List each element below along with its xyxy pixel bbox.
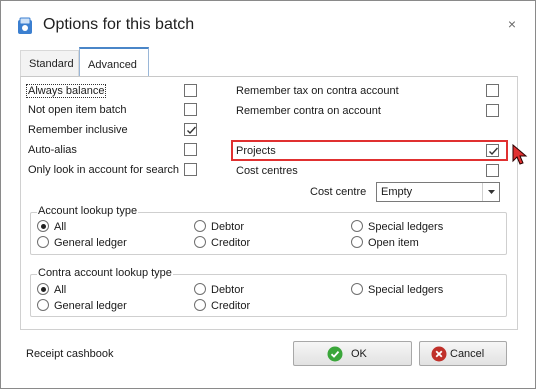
auto-alias-checkbox[interactable] (184, 143, 197, 156)
account-lookup-special-ledgers-radio[interactable] (351, 220, 363, 232)
contra-lookup-general-ledger-radio[interactable] (37, 299, 49, 311)
account-lookup-open-item-radio[interactable] (351, 236, 363, 248)
not-open-item-batch-checkbox[interactable] (184, 103, 197, 116)
close-icon[interactable]: × (505, 17, 519, 31)
contra-lookup-creditor-radio[interactable] (194, 299, 206, 311)
tab-advanced[interactable]: Advanced (79, 47, 149, 77)
contra-lookup-general-ledger-label: General ledger (54, 300, 127, 312)
app-icon (17, 17, 33, 35)
always-balance-label: Always balance (26, 84, 107, 98)
account-lookup-all-radio[interactable] (37, 220, 49, 232)
remember-tax-contra-checkbox[interactable] (486, 84, 499, 97)
cost-centre-value: Empty (381, 186, 413, 198)
projects-label: Projects (236, 145, 276, 157)
projects-checkbox[interactable] (486, 144, 499, 157)
account-lookup-open-item-label: Open item (368, 237, 419, 249)
auto-alias-label: Auto-alias (28, 144, 77, 156)
account-lookup-debtor-radio[interactable] (194, 220, 206, 232)
remember-contra-account-label: Remember contra on account (236, 105, 381, 117)
contra-lookup-special-ledgers-label: Special ledgers (368, 284, 444, 296)
account-lookup-special-ledgers-label: Special ledgers (368, 221, 444, 233)
contra-lookup-creditor-label: Creditor (211, 300, 251, 312)
check-circle-icon (327, 346, 343, 362)
title-bar: Options for this batch × (1, 1, 535, 43)
contra-lookup-special-ledgers-radio[interactable] (351, 283, 363, 295)
remember-inclusive-label: Remember inclusive (28, 124, 128, 136)
only-look-in-account-checkbox[interactable] (184, 163, 197, 176)
cancel-circle-icon (431, 346, 447, 362)
account-lookup-all-label: All (54, 221, 67, 233)
only-look-in-account-label: Only look in account for search (28, 164, 180, 176)
checkmark-icon (187, 126, 197, 135)
receipt-cashbook-label: Receipt cashbook (26, 348, 114, 360)
remember-tax-contra-label: Remember tax on contra account (236, 85, 399, 97)
account-lookup-creditor-label: Creditor (211, 237, 251, 249)
contra-lookup-all-label: All (54, 284, 67, 296)
account-lookup-title: Account lookup type (37, 205, 139, 217)
account-lookup-debtor-label: Debtor (211, 221, 245, 233)
contra-lookup-debtor-radio[interactable] (194, 283, 206, 295)
cancel-button[interactable]: Cancel (419, 341, 507, 366)
options-dialog: Options for this batch × Standard Advanc… (0, 0, 536, 389)
cost-centre-select[interactable]: Empty (376, 182, 500, 202)
mouse-cursor-icon (512, 143, 528, 169)
cost-centres-label: Cost centres (236, 165, 298, 177)
account-lookup-creditor-radio[interactable] (194, 236, 206, 248)
ok-button-label: OK (351, 348, 367, 360)
not-open-item-batch-label: Not open item batch (28, 104, 127, 116)
contra-lookup-title: Contra account lookup type (37, 267, 173, 279)
ok-button[interactable]: OK (293, 341, 412, 366)
remember-inclusive-checkbox[interactable] (184, 123, 197, 136)
always-balance-checkbox[interactable] (184, 84, 197, 97)
contra-lookup-all-radio[interactable] (37, 283, 49, 295)
cost-centres-checkbox[interactable] (486, 164, 499, 177)
cost-centre-label: Cost centre (310, 186, 367, 198)
contra-lookup-debtor-label: Debtor (211, 284, 245, 296)
tab-standard[interactable]: Standard (20, 50, 79, 76)
cancel-button-label: Cancel (450, 348, 485, 360)
window-title: Options for this batch (43, 16, 195, 33)
account-lookup-general-ledger-label: General ledger (54, 237, 127, 249)
remember-contra-account-checkbox[interactable] (486, 104, 499, 117)
chevron-down-icon[interactable] (482, 183, 499, 201)
checkmark-icon (489, 147, 499, 156)
account-lookup-general-ledger-radio[interactable] (37, 236, 49, 248)
